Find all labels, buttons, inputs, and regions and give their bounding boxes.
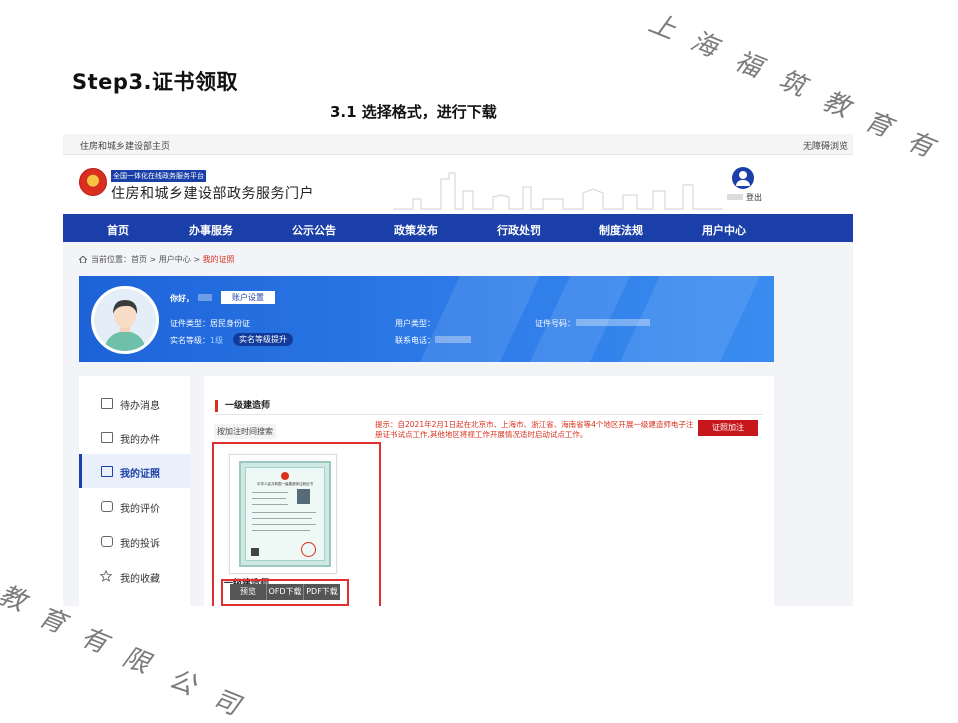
portal-name: 住房和城乡建设部政务服务门户: [111, 186, 314, 202]
portal-screenshot: 住房和城乡建设部主页 无障碍浏览 全国一体化在线政务服务平台 住房和城乡建设部政…: [63, 134, 853, 606]
person-avatar-icon: [104, 300, 146, 351]
nav-home[interactable]: 首页: [107, 222, 129, 238]
greeting: 你好，: [170, 294, 194, 303]
phone-label: 联系电话：: [395, 336, 435, 345]
watermark-char: 教: [818, 86, 854, 124]
sidebar-item-label: 我的证照: [120, 469, 160, 480]
nav-penalties[interactable]: 行政处罚: [497, 222, 541, 238]
sidebar-item-my-complaints[interactable]: 我的投诉: [79, 524, 190, 558]
emblem-icon: [281, 472, 289, 480]
sidebar-item-label: 我的收藏: [120, 574, 160, 585]
document-icon: [101, 432, 113, 443]
national-emblem-icon: [79, 168, 107, 196]
sidebar-item-label: 我的办件: [120, 435, 160, 446]
watermark-char: 育: [860, 106, 896, 144]
certificate-card[interactable]: 中华人民共和国一级建造师注册证书: [229, 454, 337, 574]
realname-level-label: 实名等级：: [170, 336, 210, 345]
skyline-decoration-icon: [393, 172, 723, 210]
pilot-notice: 提示：自2021年2月1日起在北京市、上海市、浙江省、海南省等4个地区开展一级建…: [375, 420, 694, 439]
watermark-char: 有: [76, 622, 112, 660]
certificate-heading: 中华人民共和国一级建造师注册证书: [257, 482, 313, 486]
certificate-thumbnail: 中华人民共和国一级建造师注册证书: [239, 461, 331, 567]
sidebar-item-my-cases[interactable]: 我的办件: [79, 420, 190, 454]
username-masked: [198, 294, 212, 301]
ministry-home-link[interactable]: 住房和城乡建设部主页: [80, 139, 170, 152]
breadcrumb-current: 我的证照: [202, 255, 235, 264]
search-by-annotation-time[interactable]: 按加注时间搜索: [214, 424, 276, 439]
account-settings-button[interactable]: 账户设置: [221, 291, 275, 304]
qr-code-icon: [251, 548, 259, 556]
accessibility-link[interactable]: 无障碍浏览: [803, 139, 848, 152]
username-masked: [727, 194, 743, 200]
watermark-char: 有: [902, 126, 938, 164]
section-divider: [215, 414, 763, 415]
user-sidebar: 待办消息 我的办件 我的证照 我的评价 我的投诉 我的收藏: [79, 376, 190, 606]
breadcrumb-path: 当前位置：首页 > 用户中心 >: [91, 255, 203, 264]
watermark-char: 司: [208, 684, 244, 722]
inbox-icon: [101, 398, 113, 409]
breadcrumb: 当前位置：首页 > 用户中心 > 我的证照: [79, 254, 235, 265]
complaint-icon: [101, 536, 113, 547]
preview-button[interactable]: 预览: [230, 584, 266, 600]
slide-subtitle: 3.1 选择格式，进行下载: [330, 103, 497, 121]
watermark-char: 福: [730, 46, 766, 84]
realname-level-value: 1级: [210, 336, 224, 345]
nav-user-center[interactable]: 用户中心: [702, 222, 746, 238]
holder-photo: [297, 489, 310, 504]
phone-masked: [435, 336, 471, 343]
watermark-char: 公: [164, 664, 200, 702]
sidebar-item-label: 待办消息: [120, 401, 160, 412]
nav-policy[interactable]: 政策发布: [394, 222, 438, 238]
main-nav: 首页 办事服务 公示公告 政策发布 行政处罚 制度法规 用户中心: [63, 214, 853, 242]
certificate-content: 一级建造师 按加注时间搜索 提示：自2021年2月1日起在北京市、上海市、浙江省…: [204, 376, 774, 606]
id-number-masked: [576, 319, 650, 326]
comment-icon: [101, 501, 113, 512]
id-type-value: 居民身份证: [210, 319, 250, 328]
platform-tag: 全国一体化在线政务服务平台: [111, 170, 206, 182]
star-icon: [100, 570, 112, 582]
watermark-char: 限: [118, 642, 154, 680]
user-type-label: 用户类型：: [395, 319, 435, 328]
sidebar-item-label: 我的投诉: [120, 539, 160, 550]
avatar: [91, 286, 159, 354]
watermark-char: 筑: [774, 65, 810, 103]
sidebar-item-my-reviews[interactable]: 我的评价: [79, 489, 190, 523]
certificate-annotate-button[interactable]: 证照加注: [698, 420, 758, 436]
sidebar-item-my-favorites[interactable]: 我的收藏: [79, 559, 190, 593]
watermark-char: 教: [0, 580, 30, 618]
ofd-download-button[interactable]: OFD下载: [266, 584, 303, 600]
id-card-icon: [101, 466, 113, 477]
profile-banner: 你好， 账户设置 证件类型： 居民身份证 实名等级： 1级 实名等级提升 用户类…: [79, 276, 774, 362]
slide-title: Step3.证书领取: [72, 70, 239, 94]
portal-header: 全国一体化在线政务服务平台 住房和城乡建设部政务服务门户 登出: [63, 155, 853, 214]
user-avatar-icon[interactable]: [732, 167, 754, 189]
nav-announcements[interactable]: 公示公告: [292, 222, 336, 238]
id-number-label: 证件号码：: [535, 319, 575, 328]
watermark-char: 上: [644, 8, 680, 46]
nav-regulations[interactable]: 制度法规: [599, 222, 643, 238]
pdf-download-button[interactable]: PDF下载: [303, 584, 340, 600]
id-type-label: 证件类型：: [170, 319, 210, 328]
upgrade-level-button[interactable]: 实名等级提升: [233, 333, 293, 346]
sidebar-item-label: 我的评价: [120, 504, 160, 515]
official-seal-icon: [301, 542, 316, 557]
nav-services[interactable]: 办事服务: [189, 222, 233, 238]
sidebar-item-todo[interactable]: 待办消息: [79, 386, 190, 420]
watermark-char: 海: [686, 26, 722, 64]
section-title: 一级建造师: [215, 400, 270, 412]
logout-link[interactable]: 登出: [746, 192, 762, 203]
top-bar: 住房和城乡建设部主页 无障碍浏览: [63, 134, 853, 155]
sidebar-item-my-certificates[interactable]: 我的证照: [79, 454, 190, 488]
home-icon: [79, 256, 87, 263]
